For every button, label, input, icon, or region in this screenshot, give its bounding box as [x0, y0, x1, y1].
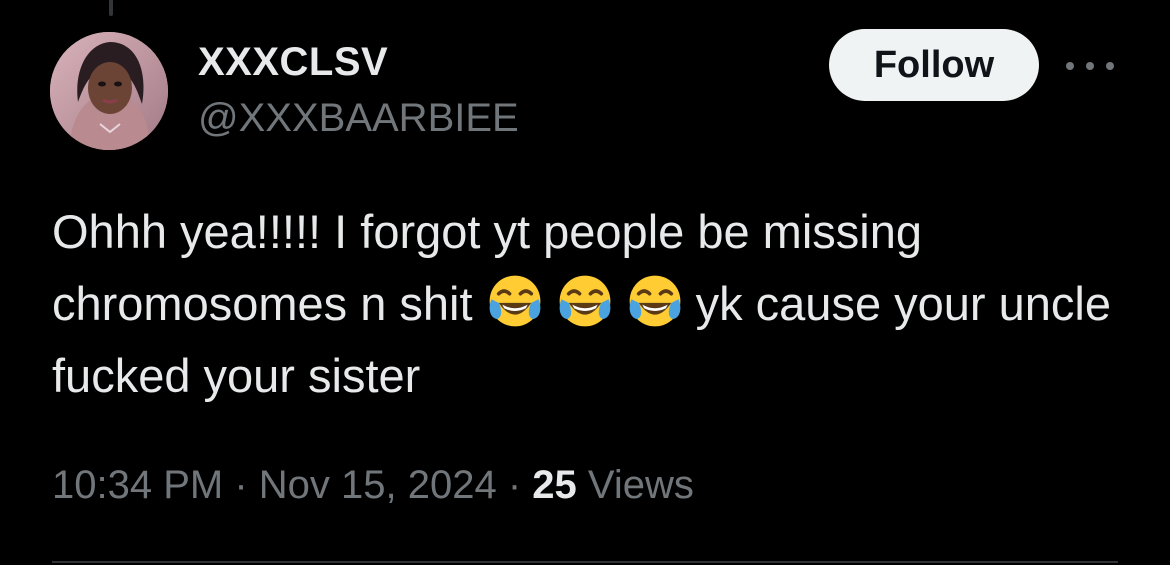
meta-separator: · — [223, 463, 259, 507]
face-with-tears-of-joy-icon — [629, 275, 680, 327]
views-count: 25 — [532, 463, 577, 507]
divider — [52, 561, 1118, 563]
face-with-tears-of-joy-icon — [489, 275, 540, 327]
tweet-date[interactable]: Nov 15, 2024 — [259, 463, 497, 507]
tweet-text: Ohhh yea!!!!! I forgot yt people be miss… — [52, 196, 1132, 412]
more-dot — [1106, 62, 1114, 70]
views-label: Views — [576, 463, 694, 507]
user-handle[interactable]: @XXXBAARBIEE — [198, 96, 519, 140]
meta-separator: · — [496, 463, 533, 507]
profile-photo-icon — [50, 32, 168, 150]
follow-button[interactable]: Follow — [829, 29, 1039, 101]
thread-connector-line — [109, 0, 113, 16]
more-dot — [1086, 62, 1094, 70]
display-name[interactable]: XXXCLSV — [198, 40, 388, 84]
more-dot — [1066, 62, 1074, 70]
tweet-time[interactable]: 10:34 PM — [52, 463, 223, 507]
face-with-tears-of-joy-icon — [559, 275, 610, 327]
avatar[interactable] — [50, 32, 168, 150]
more-horizontal-icon[interactable] — [1066, 58, 1114, 74]
tweet-metadata: 10:34 PM · Nov 15, 2024 · 25 Views — [52, 460, 694, 510]
